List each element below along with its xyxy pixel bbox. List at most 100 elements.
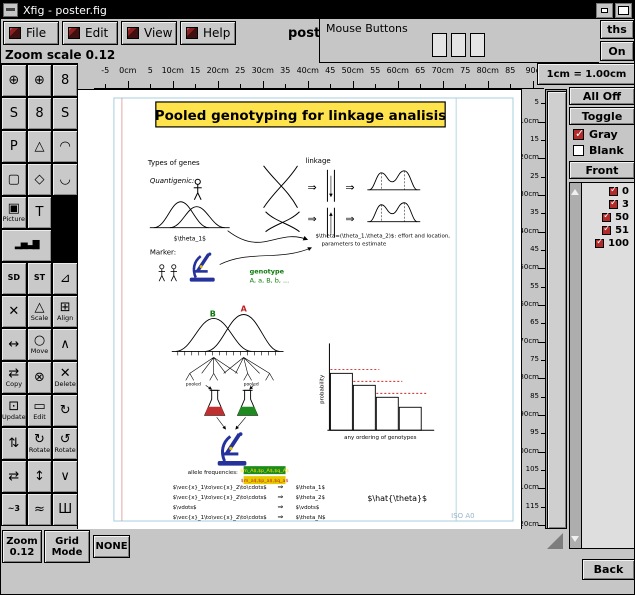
depth-row[interactable]: 3: [582, 198, 634, 211]
ruler-tick: 10cm: [522, 107, 545, 125]
mirror-tool[interactable]: ⊗: [27, 361, 53, 394]
grid-none-button[interactable]: NONE: [93, 535, 130, 558]
gray-checkbox-row[interactable]: Gray: [573, 128, 618, 141]
flip-horizontal-tool[interactable]: ⇄: [1, 460, 27, 493]
circle-by-diameter-tool[interactable]: ⊕: [27, 64, 53, 97]
spline-tool[interactable]: S: [1, 97, 27, 130]
circle-by-radius-tool[interactable]: ⊕: [1, 64, 27, 97]
window-menu-icon[interactable]: [3, 3, 18, 17]
spline-segment-tool[interactable]: ~3: [1, 493, 27, 526]
xfig-window: Xfig - poster.fig File Edit View He: [0, 0, 635, 595]
depth-checkbox[interactable]: [609, 200, 618, 209]
regular-polygon-tool[interactable]: ◇: [27, 163, 53, 196]
arrow-to-flask: [206, 385, 212, 389]
depth-row[interactable]: 51: [582, 224, 634, 237]
hatch-pattern-tool[interactable]: Ш: [52, 493, 78, 526]
picture-tool[interactable]: ▣ Picture: [1, 196, 27, 229]
move-tool[interactable]: ○ Move: [27, 328, 53, 361]
flip-tool[interactable]: ⇅: [1, 427, 27, 460]
swoosh-arrow: [228, 231, 308, 243]
delete-tool[interactable]: ✕ Delete: [52, 361, 78, 394]
vertical-scrollbar[interactable]: [545, 89, 567, 529]
ruler-tick-label: 60cm: [387, 66, 410, 75]
edit-tool[interactable]: ▭ Edit: [27, 394, 53, 427]
menu-button-file[interactable]: File: [3, 21, 59, 45]
grid-mode-button[interactable]: Grid Mode: [44, 530, 90, 563]
text-tool[interactable]: T: [27, 196, 53, 229]
rotate-cw-tool[interactable]: ↻ Rotate: [27, 427, 53, 460]
convert-point-tool[interactable]: ∨: [52, 460, 78, 493]
on-button[interactable]: On: [600, 41, 634, 61]
blank-checkbox-row[interactable]: Blank: [573, 144, 624, 157]
mouse-buttons-panel: Mouse Buttons: [319, 19, 599, 63]
depth-checkbox[interactable]: [602, 226, 611, 235]
smooth-curve-tool[interactable]: ≈: [27, 493, 53, 526]
resize-handle[interactable]: [547, 533, 563, 549]
blank-cell[interactable]: [52, 229, 78, 262]
arc-by-3-points-tool[interactable]: ◡: [52, 163, 78, 196]
redraw-tool[interactable]: ↻: [52, 394, 78, 427]
all-off-button[interactable]: All Off: [569, 87, 635, 105]
depth-checkbox[interactable]: [602, 213, 611, 222]
open-compound-tool[interactable]: SD: [1, 262, 27, 295]
depth-row[interactable]: 100: [582, 237, 634, 250]
polyline-tool[interactable]: P: [1, 130, 27, 163]
tool-icon: ▢: [8, 173, 20, 186]
blank-checkbox[interactable]: [573, 145, 584, 156]
active-tool-indicator[interactable]: [52, 196, 78, 229]
depth-checkbox[interactable]: [609, 187, 618, 196]
maximize-button[interactable]: [615, 3, 632, 18]
vertical-ruler[interactable]: 5 10cm 15 20cm 25 30: [521, 89, 545, 529]
pooled-label: pooled: [186, 381, 201, 387]
arc-tool[interactable]: ◠: [52, 130, 78, 163]
formula-right: $\theta_1$: [296, 485, 326, 491]
arcbox-tool[interactable]: ▢: [1, 163, 27, 196]
depth-value: 50: [615, 212, 629, 223]
copy-tool[interactable]: ⇄ Copy: [1, 361, 27, 394]
scrollbar-thumb[interactable]: [547, 91, 567, 529]
ruler-tick: 70cm: [522, 327, 545, 345]
move-point-tool[interactable]: ↔: [1, 328, 27, 361]
front-button[interactable]: Front: [569, 161, 635, 179]
menu-button-label: View: [144, 26, 172, 40]
horizontal-ruler[interactable]: -5 0cm 5 10cm 15 20c: [94, 63, 544, 89]
cut-point-tool[interactable]: ✕: [1, 295, 27, 328]
library-tool[interactable]: ▂▅▃▇: [1, 229, 52, 262]
drawing-canvas[interactable]: Pooled genotyping for linkage analisis T…: [77, 89, 521, 529]
titlebar[interactable]: Xfig - poster.fig: [1, 1, 634, 19]
approx-spline-tool[interactable]: S: [52, 97, 78, 130]
smooth-tool[interactable]: ∧: [52, 328, 78, 361]
depth-list-scrollbar[interactable]: [570, 183, 582, 548]
depth-checkbox[interactable]: [595, 239, 604, 248]
toggle-button[interactable]: Toggle: [569, 107, 635, 125]
implies-arrow: ⇒: [307, 181, 316, 194]
flip-vertical-tool[interactable]: ↕: [27, 460, 53, 493]
align-tool[interactable]: ⊞ Align: [52, 295, 78, 328]
menu-button-label: File: [26, 26, 46, 40]
closed-spline-tool[interactable]: 8: [52, 64, 78, 97]
ruler-tick-label: 75: [454, 66, 477, 75]
update-tool[interactable]: ⊡ Update: [1, 394, 27, 427]
menu-button-view[interactable]: View: [121, 21, 177, 45]
canvas-drawing[interactable]: Pooled genotyping for linkage analisis T…: [78, 90, 521, 529]
depth-value: 51: [615, 225, 629, 236]
gray-checkbox[interactable]: [573, 129, 584, 140]
rotate-ccw-tool[interactable]: ↺ Rotate: [52, 427, 78, 460]
closed-approx-spline-tool[interactable]: 8: [27, 97, 53, 130]
ruler-tick-mark: [538, 305, 545, 306]
depth-row[interactable]: 0: [582, 185, 634, 198]
depth-row[interactable]: 50: [582, 211, 634, 224]
menu-pixmap-icon: [127, 27, 139, 39]
scale-tool[interactable]: △ Scale: [27, 295, 53, 328]
join-split-tool[interactable]: ST: [27, 262, 53, 295]
menu-button-edit[interactable]: Edit: [62, 21, 118, 45]
zoom-button[interactable]: Zoom 0.12: [2, 530, 42, 563]
add-point-tool[interactable]: ⊿: [52, 262, 78, 295]
linkage-curves-top: [367, 171, 420, 190]
back-button[interactable]: Back: [582, 559, 635, 580]
polygon-tool[interactable]: △: [27, 130, 53, 163]
minimize-button[interactable]: [596, 3, 613, 18]
ruler-tick-label: 25: [530, 172, 539, 181]
poster-title: Pooled genotyping for linkage analisis: [155, 109, 447, 124]
menu-button-help[interactable]: Help: [180, 21, 236, 45]
